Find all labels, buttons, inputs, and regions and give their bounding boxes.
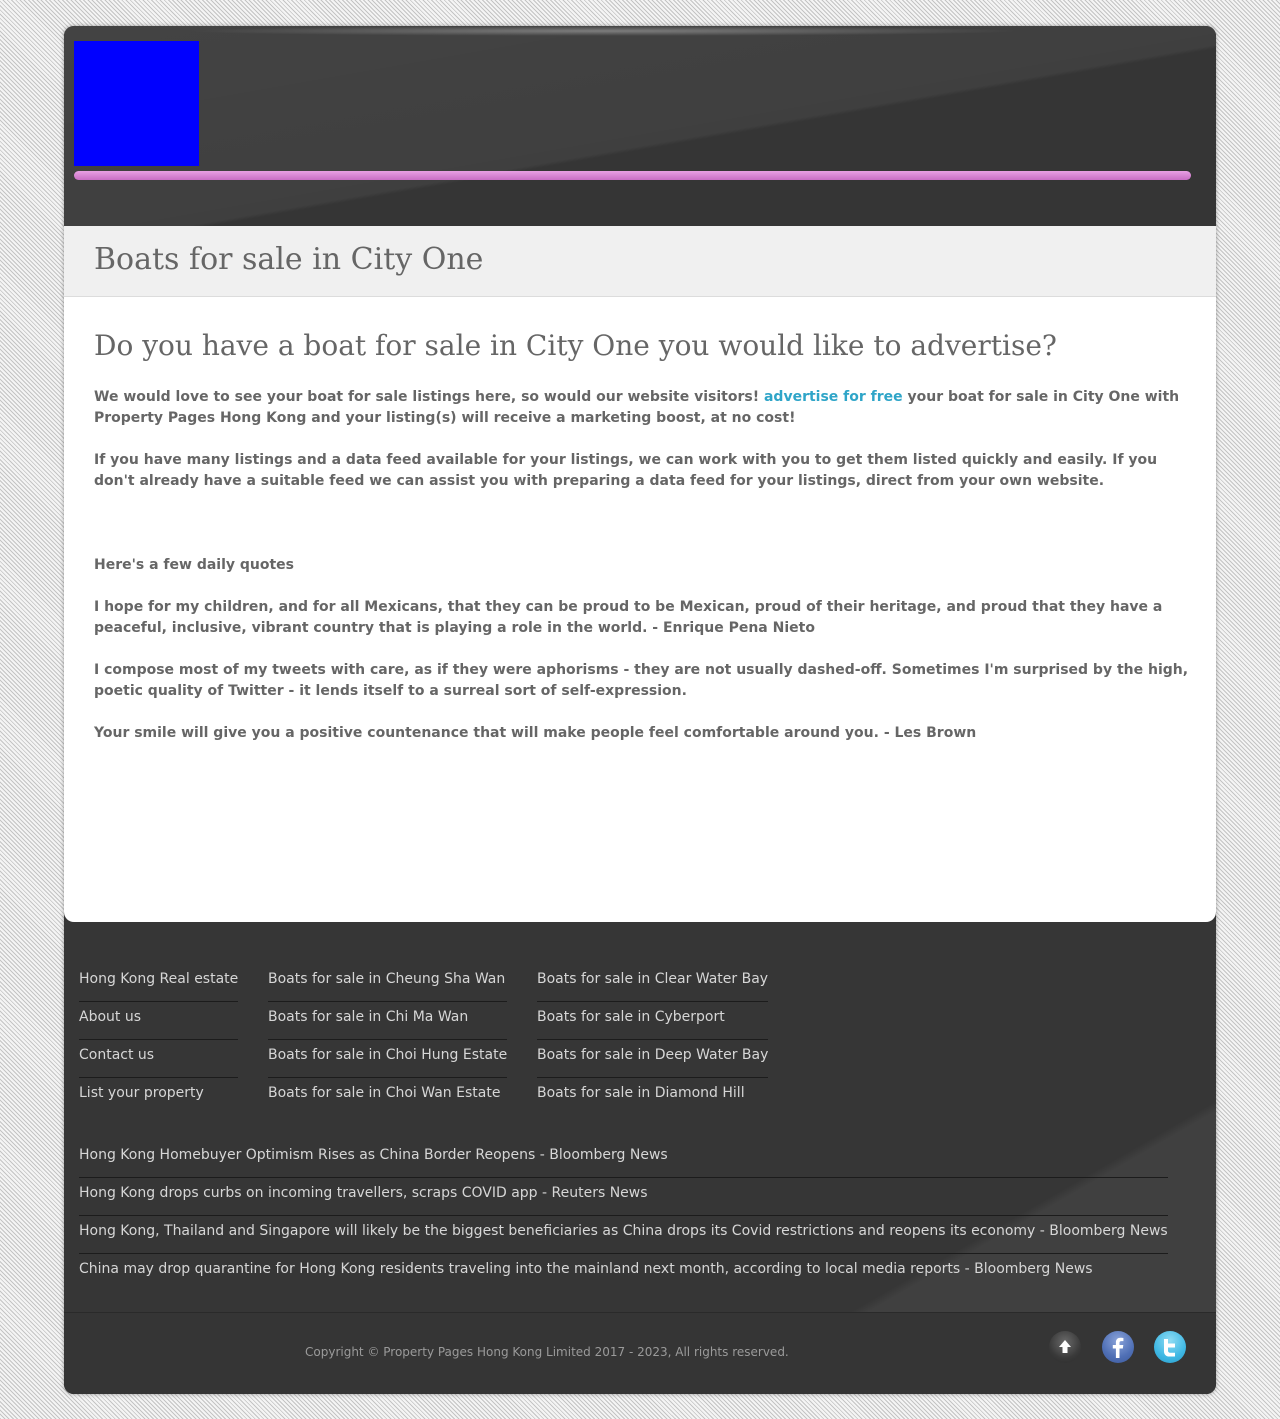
facebook-icon[interactable]	[1102, 1331, 1134, 1363]
scroll-to-top-icon[interactable]	[1049, 1331, 1081, 1363]
page-title: Boats for sale in City One	[94, 242, 484, 277]
news-link[interactable]: China may drop quarantine for Hong Kong …	[79, 1255, 1168, 1291]
title-bar: Boats for sale in City One	[64, 226, 1216, 297]
footer-bottom-bar: Copyright © Property Pages Hong Kong Lim…	[64, 1312, 1216, 1394]
footer-link-real-estate[interactable]: Hong Kong Real estate	[79, 965, 239, 1002]
header-glow	[184, 26, 1024, 36]
feed-paragraph: If you have many listings and a data fee…	[94, 452, 1158, 489]
footer-link-boats[interactable]: Boats for sale in Cheung Sha Wan	[268, 965, 508, 1002]
news-link[interactable]: Hong Kong, Thailand and Singapore will l…	[79, 1217, 1168, 1254]
content-heading: Do you have a boat for sale in City One …	[94, 329, 1057, 362]
news-list: Hong Kong Homebuyer Optimism Rises as Ch…	[79, 1141, 1168, 1292]
footer-link-list-property[interactable]: List your property	[79, 1079, 238, 1115]
quote: Your smile will give you a positive coun…	[94, 725, 977, 741]
advertise-for-free-link[interactable]: advertise for free	[764, 389, 903, 405]
footer-link-boats[interactable]: Boats for sale in Clear Water Bay	[537, 965, 769, 1002]
footer-link-boats[interactable]: Boats for sale in Cyberport	[537, 1003, 769, 1040]
footer-links-site: Hong Kong Real estate About us Contact u…	[79, 965, 239, 1116]
footer-links-boats-2: Boats for sale in Clear Water Bay Boats …	[537, 965, 769, 1116]
footer-link-boats[interactable]: Boats for sale in Choi Hung Estate	[268, 1041, 508, 1078]
news-link[interactable]: Hong Kong Homebuyer Optimism Rises as Ch…	[79, 1141, 1168, 1178]
footer-link-boats[interactable]: Boats for sale in Diamond Hill	[537, 1079, 768, 1115]
footer-link-contact-us[interactable]: Contact us	[79, 1041, 239, 1078]
intro-paragraph: We would love to see your boat for sale …	[94, 387, 1189, 429]
quotes-heading: Here's a few daily quotes	[94, 557, 295, 573]
footer-link-boats[interactable]: Boats for sale in Deep Water Bay	[537, 1041, 769, 1078]
footer-link-about-us[interactable]: About us	[79, 1003, 239, 1040]
nav-accent-bar	[74, 171, 1191, 180]
intro-text-before: We would love to see your boat for sale …	[94, 389, 764, 405]
footer-links-boats-1: Boats for sale in Cheung Sha Wan Boats f…	[268, 965, 508, 1116]
site-footer: Hong Kong Real estate About us Contact u…	[64, 922, 1216, 1394]
main-content: Do you have a boat for sale in City One …	[64, 297, 1216, 922]
twitter-icon[interactable]	[1154, 1331, 1186, 1363]
footer-link-boats[interactable]: Boats for sale in Choi Wan Estate	[268, 1079, 507, 1115]
content-text: We would love to see your boat for sale …	[94, 387, 1189, 765]
footer-link-boats[interactable]: Boats for sale in Chi Ma Wan	[268, 1003, 508, 1040]
quote: I compose most of my tweets with care, a…	[94, 662, 1189, 699]
copyright-text: Copyright © Property Pages Hong Kong Lim…	[305, 1345, 789, 1359]
page-frame: Boats for sale in City One Do you have a…	[64, 26, 1216, 1394]
site-header	[64, 26, 1216, 226]
header-sheen	[64, 26, 1216, 226]
quote: I hope for my children, and for all Mexi…	[94, 599, 1163, 636]
news-link[interactable]: Hong Kong drops curbs on incoming travel…	[79, 1179, 1168, 1216]
site-logo[interactable]	[74, 41, 199, 166]
